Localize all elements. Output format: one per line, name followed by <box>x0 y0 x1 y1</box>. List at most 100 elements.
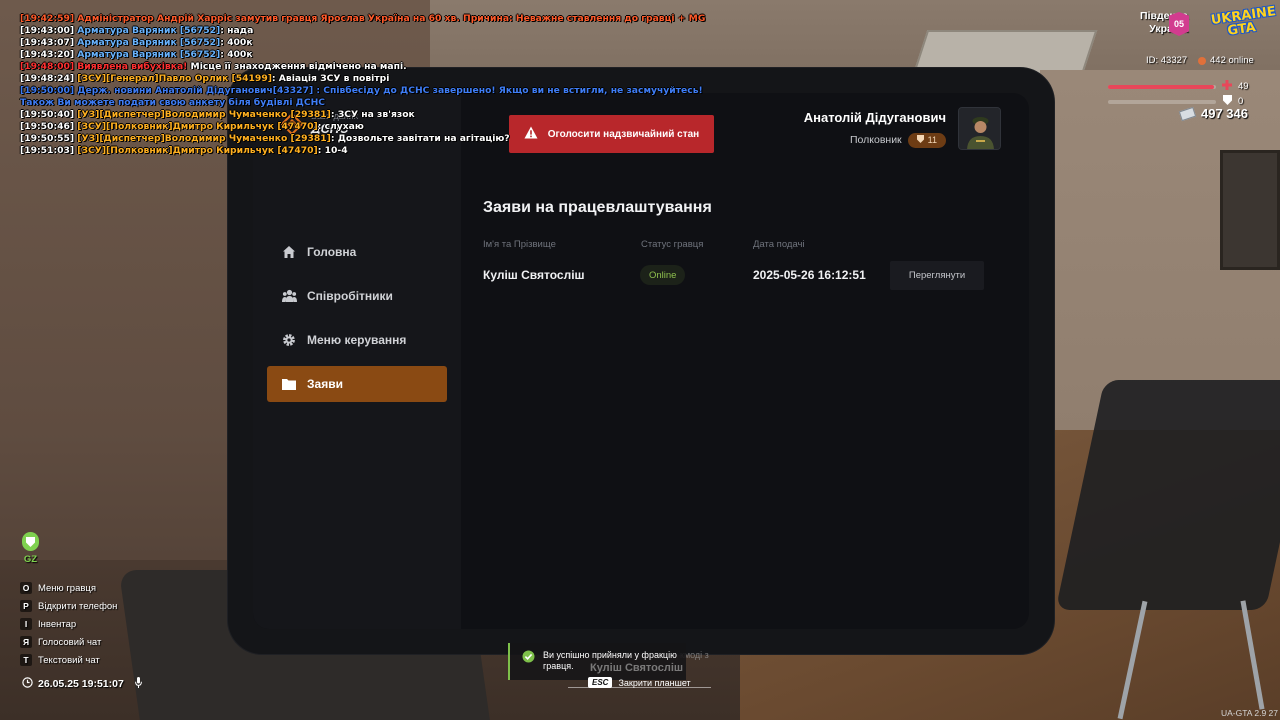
column-header-name: Ім'я та Прізвище <box>483 239 556 250</box>
view-application-button[interactable]: Переглянути <box>890 261 984 290</box>
chat-line: [19:48:00] Виявлена вибухівка! Місце її … <box>20 61 720 73</box>
users-icon <box>281 288 297 304</box>
clock-icon <box>22 677 33 691</box>
cash-icon <box>1178 106 1197 121</box>
page-title: Заяви на працевлаштування <box>483 199 712 216</box>
chat-text: Адміністратор Андрій Харріс замутив грав… <box>74 13 706 24</box>
chat-text: Арматура Варяник [56752] <box>74 49 221 60</box>
online-count-label: 442 online <box>1210 55 1254 66</box>
hotkey-player-menu: O Меню гравця <box>20 579 117 597</box>
money-display: 497 346 <box>1178 106 1248 121</box>
chat-line: [19:43:00] Арматура Варяник [56752]: над… <box>20 25 720 37</box>
chat-line: [19:50:40] [УЗ][Диспетчер]Володимир Чума… <box>20 109 720 121</box>
applicant-name: Куліш Святосліш <box>483 268 585 282</box>
chat-text: Арматура Варяник [56752] <box>74 25 221 36</box>
chat-log: [19:42:59] Адміністратор Андрій Харріс з… <box>20 13 720 157</box>
chat-timestamp: [19:51:03] <box>20 145 75 156</box>
sidebar-item-label: Меню керування <box>307 333 407 347</box>
column-header-status: Статус гравця <box>641 239 704 250</box>
tablet-screen: База даних ДСНС Головна Співробітники Ме… <box>253 93 1029 629</box>
chat-text: : 400к <box>220 37 253 48</box>
chat-text: [ЗСУ][Генерал]Павло Орлик [54199] <box>74 73 272 84</box>
chat-text: : слухаю <box>317 121 364 132</box>
game-clock: 26.05.25 19:51:07 <box>22 677 142 691</box>
hotkey-label: Текстовий чат <box>38 654 100 666</box>
player-id: ID: 43327 <box>1146 55 1188 66</box>
chat-text: : 10-4 <box>317 145 348 156</box>
rank-badge: 11 <box>907 132 946 148</box>
chat-timestamp: [19:43:07] <box>20 37 75 48</box>
avatar <box>958 107 1001 150</box>
status-badge: Online <box>640 265 686 285</box>
green-zone-shield-icon <box>22 532 39 551</box>
hotkey-key: O <box>20 582 32 594</box>
applications-panel: Заяви на працевлаштування Ім'я та Прізви… <box>483 199 1003 290</box>
chat-line: [19:50:46] [ЗСУ][Полковник]Дмитро Кириль… <box>20 121 720 133</box>
chat-text: Арматура Варяник [56752] <box>74 37 221 48</box>
health-value: 49 <box>1238 81 1249 92</box>
green-zone-label: GZ <box>23 554 38 565</box>
chat-timestamp: [19:50:46] <box>20 121 75 132</box>
chat-text: : Дозвольте завітати на агітацію? <box>330 133 510 144</box>
hotkey-inventory: I Інвентар <box>20 615 117 633</box>
chat-line: [19:43:20] Арматура Варяник [56752]: 400… <box>20 49 720 61</box>
microphone-icon <box>134 677 142 691</box>
hotkey-label: Меню гравця <box>38 582 96 594</box>
chat-text: [ЗСУ][Полковник]Дмитро Кирильчук [47470] <box>74 145 318 156</box>
sidebar-item-label: Головна <box>307 245 357 259</box>
hotkey-key: P <box>20 600 32 612</box>
chat-text: : нада <box>220 25 254 36</box>
hotkey-label: Інвентар <box>38 618 77 630</box>
health-bar-track <box>1108 84 1216 89</box>
sidebar-item-home[interactable]: Головна <box>267 234 447 270</box>
chat-timestamp: [19:50:40] <box>20 109 75 120</box>
online-count: 442 online <box>1198 55 1254 66</box>
chat-line: [19:42:59] Адміністратор Андрій Харріс з… <box>20 13 720 25</box>
hint-underline <box>568 687 711 688</box>
chat-text: Держ. новини Анатолій Дідуганович[43327]… <box>20 85 703 108</box>
chat-line: [19:48:24] [ЗСУ][Генерал]Павло Орлик [54… <box>20 73 720 85</box>
chat-timestamp: [19:50:00] <box>20 85 75 96</box>
chat-line: [19:50:55] [УЗ][Диспетчер]Володимир Чума… <box>20 133 720 145</box>
health-bar: 49 <box>1108 80 1249 93</box>
chat-text: Виявлена вибухівка! <box>74 61 191 72</box>
sidebar-item-label: Заяви <box>307 377 343 391</box>
hotkey-key: T <box>20 654 32 666</box>
check-circle-icon <box>522 650 535 668</box>
chat-timestamp: [19:48:24] <box>20 73 75 84</box>
sidebar-item-applications[interactable]: Заяви <box>267 366 447 402</box>
green-zone-indicator: GZ <box>22 532 39 565</box>
chat-timestamp: [19:50:55] <box>20 133 75 144</box>
hotkey-text-chat: T Текстовий чат <box>20 651 117 669</box>
hotkey-label: Голосовий чат <box>38 636 102 648</box>
chat-text: : Авіація ЗСУ в повітрі <box>271 73 390 84</box>
version-label: UA-GTA 2.9 27 <box>1220 708 1278 718</box>
chat-text: Місце її знаходження відмічено на мапі. <box>190 61 407 72</box>
chat-timestamp: [19:48:00] <box>20 61 75 72</box>
sidebar: База даних ДСНС Головна Співробітники Ме… <box>253 93 461 629</box>
region-badge-icon: 05 <box>1169 12 1189 36</box>
rank-shield-icon <box>916 135 924 145</box>
datetime-value: 26.05.25 19:51:07 <box>38 678 124 690</box>
profile-rank: Полковник <box>849 134 902 146</box>
gear-icon <box>281 332 297 348</box>
close-tablet-label: Закрити планшет <box>618 677 691 688</box>
hotkey-open-phone: P Відкрити телефон <box>20 597 117 615</box>
column-header-date: Дата подачі <box>753 239 805 250</box>
chat-text: [УЗ][Диспетчер]Володимир Чумаченко [2938… <box>74 109 331 120</box>
hotkey-key: Я <box>20 636 32 648</box>
profile-name: Анатолій Дідуганович <box>803 109 946 125</box>
sidebar-item-label: Співробітники <box>307 289 393 303</box>
money-value: 497 346 <box>1201 106 1248 121</box>
sidebar-item-control-menu[interactable]: Меню керування <box>267 322 447 358</box>
home-icon <box>281 244 297 260</box>
sidebar-item-employees[interactable]: Співробітники <box>267 278 447 314</box>
health-bar-fill <box>1108 84 1214 89</box>
hotkey-voice-chat: Я Голосовий чат <box>20 633 117 651</box>
application-date: 2025-05-26 16:12:51 <box>753 268 866 282</box>
table-row: Куліш Святосліш Online 2025-05-26 16:12:… <box>483 261 1003 291</box>
hotkey-label: Відкрити телефон <box>38 600 118 612</box>
chat-text: : 400к <box>220 49 253 60</box>
profile: Анатолій Дідуганович Полковник 11 <box>804 107 1001 150</box>
folder-icon <box>281 376 297 392</box>
